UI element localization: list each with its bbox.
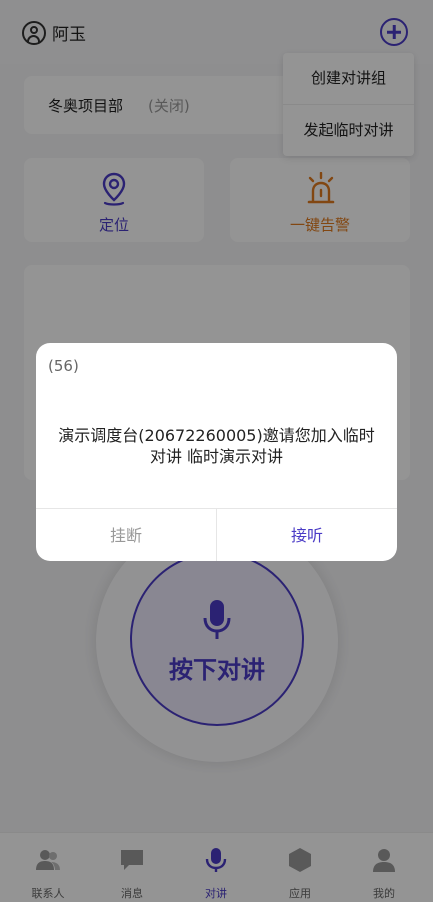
invite-dialog: (56) 演示调度台(20672260005)邀请您加入临时对讲 临时演示对讲 … <box>36 343 397 561</box>
answer-button[interactable]: 接听 <box>217 509 397 561</box>
dialog-message: 演示调度台(20672260005)邀请您加入临时对讲 临时演示对讲 <box>58 426 375 466</box>
dialog-actions: 挂断 接听 <box>36 508 397 561</box>
dialog-countdown: (56) <box>48 357 79 375</box>
hangup-button[interactable]: 挂断 <box>36 509 217 561</box>
